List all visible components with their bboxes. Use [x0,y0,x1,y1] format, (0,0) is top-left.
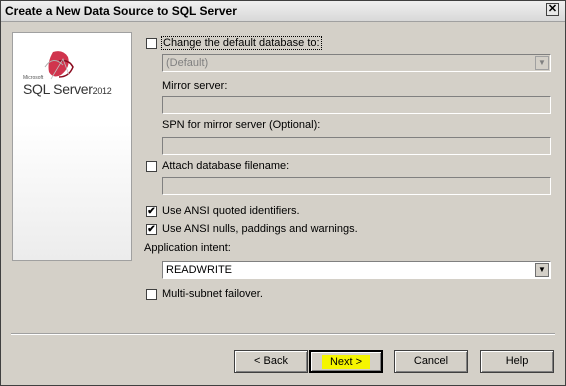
attach-db-checkbox[interactable] [146,161,157,172]
ansi-quoted-label: Use ANSI quoted identifiers. [162,205,300,217]
default-db-dropdown[interactable]: (Default) ▼ [162,54,551,72]
change-default-db-label: Change the default database to: [161,36,322,50]
spn-mirror-input[interactable] [162,137,551,155]
mirror-server-input[interactable] [162,96,551,114]
next-button[interactable]: Next > [309,350,383,373]
window-title: Create a New Data Source to SQL Server [5,4,237,18]
chevron-down-icon: ▼ [535,56,549,70]
default-db-value: (Default) [166,57,209,69]
chevron-down-icon: ▼ [535,263,549,277]
app-intent-dropdown[interactable]: READWRITE ▼ [162,261,551,279]
mirror-server-label: Mirror server: [162,80,228,92]
app-intent-value: READWRITE [166,264,232,276]
change-default-db-checkbox[interactable] [146,38,157,49]
help-button[interactable]: Help [480,350,554,373]
cancel-button[interactable]: Cancel [394,350,468,373]
multi-subnet-label: Multi-subnet failover. [162,288,263,300]
side-panel: Microsoft SQL Server2012 [12,32,132,261]
app-intent-label: Application intent: [144,242,231,254]
attach-db-label: Attach database filename: [162,160,290,172]
ansi-nulls-checkbox[interactable]: ✔ [146,224,157,235]
logo-product-name: SQL Server2012 [23,81,112,97]
multi-subnet-checkbox[interactable] [146,289,157,300]
separator [11,333,555,335]
attach-db-input[interactable] [162,177,551,195]
back-button[interactable]: < Back [234,350,308,373]
title-bar[interactable]: Create a New Data Source to SQL Server ✕ [1,1,565,22]
ansi-nulls-label: Use ANSI nulls, paddings and warnings. [162,223,358,235]
close-icon[interactable]: ✕ [546,3,559,16]
dialog-window: Create a New Data Source to SQL Server ✕… [0,0,566,386]
spn-mirror-label: SPN for mirror server (Optional): [162,119,321,131]
ansi-quoted-checkbox[interactable]: ✔ [146,206,157,217]
next-button-label: Next > [321,355,371,369]
